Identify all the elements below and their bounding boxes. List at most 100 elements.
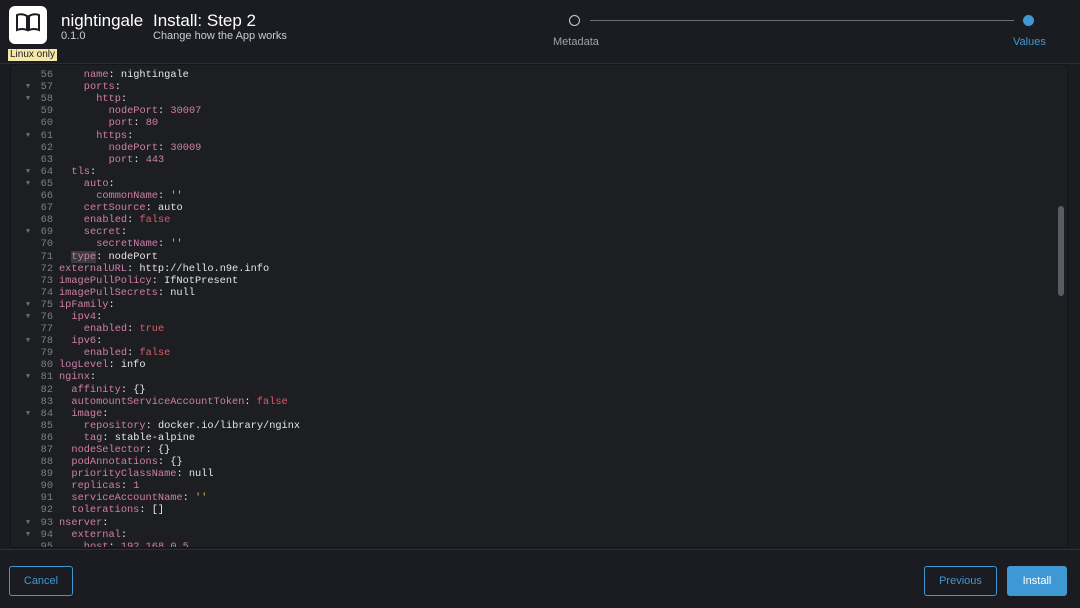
code-line[interactable]: ▼ 94 external: <box>11 529 1051 541</box>
code-line[interactable]: ▼ 57 ports: <box>11 81 1051 93</box>
code-line[interactable]: 95 host: 192.168.0.5 <box>11 541 1051 547</box>
code-line[interactable]: 89 priorityClassName: null <box>11 468 1051 480</box>
yaml-key: repository <box>83 419 146 432</box>
yaml-colon: : <box>127 214 134 227</box>
line-number: 93 <box>40 516 53 529</box>
code-line[interactable]: 80 logLevel: info <box>11 359 1051 371</box>
code-line[interactable]: 73 imagePullPolicy: IfNotPresent <box>11 275 1051 287</box>
code-line[interactable]: 72 externalURL: http://hello.n9e.info <box>11 263 1051 275</box>
code-line[interactable]: ▼ 65 auto: <box>11 178 1051 190</box>
yaml-colon: : <box>157 190 165 203</box>
editor-scrollbar-thumb[interactable] <box>1058 206 1064 296</box>
book-icon <box>15 12 41 39</box>
yaml-key: serviceAccountName <box>71 492 183 505</box>
yaml-key: podAnnotations <box>71 456 158 469</box>
line-content: nodePort: 30007 <box>109 105 202 117</box>
code-line[interactable]: ▼ 58 http: <box>11 93 1051 105</box>
yaml-value: null <box>170 286 195 299</box>
line-content: enabled: true <box>84 323 164 335</box>
yaml-key: automountServiceAccountToken <box>71 395 245 408</box>
yaml-value: docker.io/library/nginx <box>157 419 301 432</box>
previous-button[interactable]: Previous <box>924 566 997 596</box>
code-line[interactable]: 60 port: 80 <box>11 117 1051 129</box>
install-button[interactable]: Install <box>1007 566 1067 596</box>
line-number: 92 <box>40 504 53 517</box>
line-content: certSource: auto <box>84 202 183 214</box>
code-line[interactable]: 86 tag: stable-alpine <box>11 432 1051 444</box>
cancel-button[interactable]: Cancel <box>9 566 73 596</box>
yaml-colon: : <box>145 202 152 215</box>
yaml-editor[interactable]: ▼55nodePort:56name: nightingale▼57ports:… <box>10 64 1068 548</box>
yaml-value: '' <box>195 492 208 505</box>
line-number: 89 <box>40 468 53 481</box>
yaml-colon: : <box>133 153 140 166</box>
yaml-key: https <box>96 129 128 142</box>
yaml-colon: : <box>120 480 128 493</box>
line-content: priorityClassName: null <box>71 468 213 480</box>
code-line[interactable]: 66 commonName: '' <box>11 190 1051 202</box>
yaml-value: null <box>188 468 214 481</box>
line-number: 56 <box>40 69 53 82</box>
line-number: 67 <box>40 202 53 215</box>
yaml-colon: : <box>127 129 134 142</box>
code-line[interactable]: 90 replicas: 1 <box>11 480 1051 492</box>
code-line[interactable]: 88 podAnnotations: {} <box>11 456 1051 468</box>
yaml-colon: : <box>139 504 146 517</box>
code-line[interactable]: ▼ 69 secret: <box>11 226 1051 238</box>
yaml-colon: : <box>102 407 109 420</box>
yaml-value: info <box>120 359 146 372</box>
code-line[interactable]: ▼ 78 ipv6: <box>11 335 1051 347</box>
yaml-colon: : <box>102 516 109 529</box>
code-line[interactable]: 91 serviceAccountName: '' <box>11 492 1051 504</box>
line-content: commonName: '' <box>96 190 183 202</box>
code-line[interactable]: 63 port: 443 <box>11 154 1051 166</box>
yaml-value: {} <box>133 383 146 396</box>
code-line[interactable]: ▼ 75 ipFamily: <box>11 299 1051 311</box>
yaml-key: imagePullPolicy <box>59 274 152 287</box>
line-number: 82 <box>40 383 53 396</box>
code-line[interactable]: 87 nodeSelector: {} <box>11 444 1051 456</box>
line-content: ipv6: <box>71 335 102 347</box>
code-line[interactable]: 74 imagePullSecrets: null <box>11 287 1051 299</box>
editor-scrollbar[interactable] <box>1058 65 1066 547</box>
code-line[interactable]: 67 certSource: auto <box>11 202 1051 214</box>
yaml-colon: : <box>158 105 165 118</box>
code-line[interactable]: 62 nodePort: 30009 <box>11 142 1051 154</box>
yaml-value: 80 <box>145 117 159 130</box>
line-number: 69 <box>40 226 53 239</box>
yaml-colon: : <box>158 141 165 154</box>
code-line[interactable]: 79 enabled: false <box>11 347 1051 359</box>
step-values-dot[interactable] <box>1023 15 1034 26</box>
yaml-colon: : <box>114 81 121 94</box>
step-metadata-label[interactable]: Metadata <box>553 36 599 48</box>
yaml-value: [] <box>151 504 165 517</box>
yaml-key: external <box>71 528 121 541</box>
code-line[interactable]: 71 type: nodePort <box>11 250 1051 263</box>
yaml-key: nodePort <box>108 105 159 118</box>
code-line[interactable]: ▼ 61 https: <box>11 130 1051 142</box>
code-line[interactable]: ▼ 81 nginx: <box>11 371 1051 383</box>
code-line[interactable]: ▼ 93 nserver: <box>11 517 1051 529</box>
code-line[interactable]: 83 automountServiceAccountToken: false <box>11 396 1051 408</box>
code-line[interactable]: 56 name: nightingale <box>11 69 1051 81</box>
code-line[interactable]: ▼ 64 tls: <box>11 166 1051 178</box>
yaml-key: ipFamily <box>59 298 109 311</box>
step-values-label[interactable]: Values <box>1013 36 1046 48</box>
code-line[interactable]: ▼ 76 ipv4: <box>11 311 1051 323</box>
line-content: tolerations: [] <box>71 504 164 516</box>
code-line[interactable]: 82 affinity: {} <box>11 384 1051 396</box>
code-line[interactable]: 68 enabled: false <box>11 214 1051 226</box>
code-line[interactable]: 85 repository: docker.io/library/nginx <box>11 420 1051 432</box>
code-line[interactable]: 70 secretName: '' <box>11 238 1051 250</box>
code-line[interactable]: 59 nodePort: 30007 <box>11 105 1051 117</box>
code-line[interactable]: ▼ 84 image: <box>11 408 1051 420</box>
code-line[interactable]: 92 tolerations: [] <box>11 504 1051 516</box>
code-line[interactable]: 77 enabled: true <box>11 323 1051 335</box>
step-metadata-dot[interactable] <box>569 15 580 26</box>
line-number: 58 <box>40 93 53 106</box>
line-content: replicas: 1 <box>71 480 139 492</box>
yaml-key: ports <box>83 81 115 94</box>
yaml-value: {} <box>170 456 183 469</box>
line-number: 75 <box>40 298 53 311</box>
yaml-value: stable-alpine <box>114 431 196 444</box>
